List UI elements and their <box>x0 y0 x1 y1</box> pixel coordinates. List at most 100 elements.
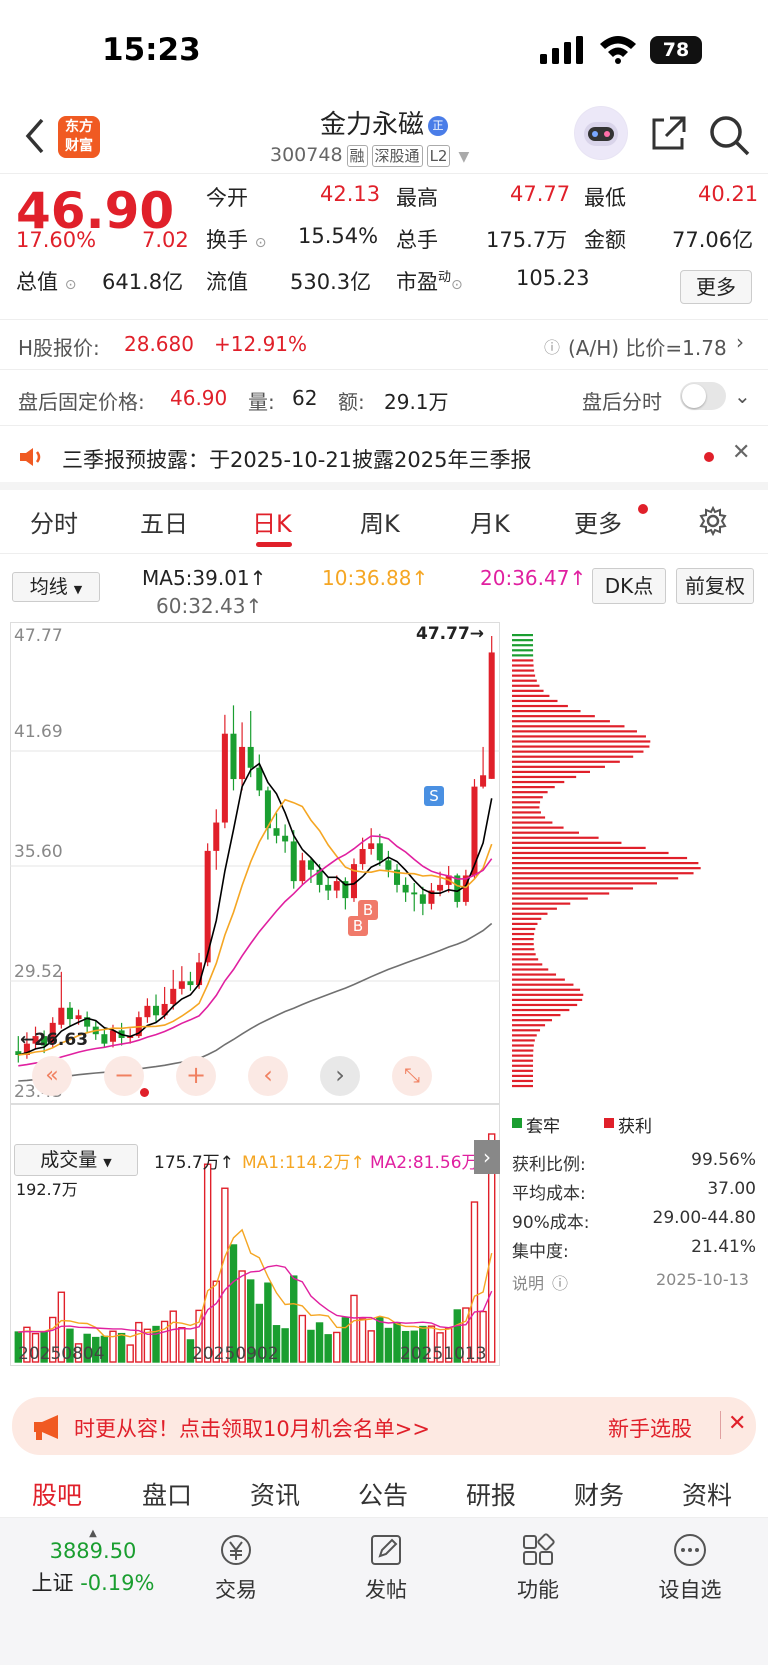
tag-l2: L2 <box>426 145 451 167</box>
volume-expand-button[interactable]: › <box>474 1140 500 1174</box>
chip-bar <box>512 983 574 986</box>
battery-icon: 78 <box>650 36 702 64</box>
candle-body <box>402 884 409 893</box>
chip-bar <box>512 932 535 936</box>
chip-bar <box>512 917 542 920</box>
chip-bar <box>512 841 622 844</box>
tag-margin: 融 <box>346 145 368 167</box>
ma-bar: 均线 ▼ MA5:39.01↑ 10:36.88↑ 20:36.47↑ 60:3… <box>0 554 768 620</box>
chips-help-label[interactable]: 说明 <box>512 1270 544 1294</box>
bottom-toolbar: ▲ 3889.50 上证 -0.19% 交易 发帖 功能 设自选 <box>0 1518 768 1665</box>
volume-total: 175.7万↑ <box>154 1153 234 1173</box>
tab-intraday[interactable]: 分时 <box>30 504 78 539</box>
chip-bar <box>512 765 605 768</box>
chip-bar <box>512 1044 534 1047</box>
post-label: 发帖 <box>365 1578 407 1602</box>
axis-label-top: 47.77 <box>14 626 63 646</box>
candle-body <box>58 1007 65 1025</box>
volume-indicator-select[interactable]: 成交量 ▼ <box>14 1144 138 1176</box>
index-widget[interactable]: ▲ 3889.50 上证 -0.19% <box>18 1528 168 1597</box>
info-dots-icon: ⊙ <box>254 235 267 251</box>
adjust-button[interactable]: 前复权 <box>676 568 754 604</box>
mcap-label-text: 总值 <box>16 270 58 294</box>
promo-banner[interactable]: 时更从容！点击领取10月机会名单>> 新手选股 ✕ <box>12 1397 756 1455</box>
tab-more[interactable]: 更多 <box>574 504 622 539</box>
tab-forum[interactable]: 股吧 <box>32 1476 82 1512</box>
volume-ma2: MA2:81.56万 <box>370 1153 479 1173</box>
change-percent: 17.60% <box>16 228 97 252</box>
tab-announcements[interactable]: 公告 <box>358 1476 408 1512</box>
indicator-select[interactable]: 均线 ▼ <box>12 572 100 602</box>
volume-max-label: 192.7万 <box>16 1180 78 1199</box>
after-hours-toggle[interactable] <box>680 382 726 410</box>
dk-point-button[interactable]: DK点 <box>592 568 666 604</box>
turnover-label[interactable]: 换手 ⊙ <box>206 224 266 254</box>
pe-label[interactable]: 市盈动⊙ <box>396 266 463 296</box>
chip-bar <box>512 826 564 829</box>
info-icon[interactable]: ⓘ <box>552 1270 568 1294</box>
functions-button[interactable]: 功能 <box>488 1532 588 1604</box>
high-marker: 47.77→ <box>416 624 485 644</box>
tab-five-day[interactable]: 五日 <box>140 504 188 539</box>
trade-button[interactable]: 交易 <box>186 1532 286 1604</box>
tab-monthly-k[interactable]: 月K <box>470 504 510 539</box>
stock-code-line[interactable]: 300748 融深股通 L2 ▼ <box>270 144 469 167</box>
high-label: 最高 <box>396 186 438 210</box>
post-button[interactable]: 发帖 <box>336 1532 436 1604</box>
notice-bar[interactable]: 三季报预披露：于2025-10-21披露2025年三季报 ✕ <box>0 426 768 490</box>
chip-bar <box>512 639 534 642</box>
tab-research[interactable]: 研报 <box>466 1476 516 1512</box>
chip-bar <box>512 689 544 692</box>
tab-profile[interactable]: 资料 <box>682 1476 732 1512</box>
chip-bar <box>512 755 634 758</box>
amount-value: 77.06亿 <box>672 228 754 252</box>
tab-weekly-k[interactable]: 周K <box>360 504 400 539</box>
amount-label: 金额 <box>584 228 626 252</box>
tab-news[interactable]: 资讯 <box>250 1476 300 1512</box>
candle-body <box>437 884 444 891</box>
search-icon[interactable] <box>708 114 750 156</box>
scroll-right-button[interactable]: › <box>320 1056 360 1096</box>
tab-finance[interactable]: 财务 <box>574 1476 624 1512</box>
candle-body <box>66 1007 73 1020</box>
stat-value: 21.41% <box>691 1237 756 1257</box>
chip-bar <box>512 856 688 860</box>
chip-bar <box>512 998 583 1001</box>
candle-body <box>178 981 185 989</box>
sell-signal-badge[interactable]: S <box>424 786 444 806</box>
chip-bar <box>512 1014 561 1017</box>
zoom-out-button[interactable]: − <box>104 1056 144 1096</box>
chip-bar <box>512 1064 534 1067</box>
chip-bar <box>512 725 625 728</box>
scroll-left-button[interactable]: ‹ <box>248 1056 288 1096</box>
chip-bar <box>512 694 550 697</box>
tab-orderbook[interactable]: 盘口 <box>142 1476 192 1512</box>
close-icon[interactable]: ✕ <box>728 1411 746 1436</box>
ma10-line <box>18 798 493 1056</box>
candle-body <box>101 1034 108 1044</box>
buy-signal-badge[interactable]: B <box>348 916 368 936</box>
ma60-label: 60:32.43↑ <box>156 594 263 618</box>
chip-bar <box>512 745 650 748</box>
zoom-in-button[interactable]: + <box>176 1056 216 1096</box>
candle-body <box>419 894 426 904</box>
h-share-row[interactable]: H股报价: 28.680 +12.91% ⓘ (A/H) 比价=1.78 › <box>0 320 768 370</box>
chip-stat-row: 集中度: 21.41% <box>512 1237 756 1262</box>
index-value: 3889.50 <box>49 1539 137 1563</box>
mcap-label[interactable]: 总值 ⊙ <box>16 266 76 296</box>
settings-gear-icon[interactable] <box>698 506 728 536</box>
float-label: 流值 <box>206 270 248 294</box>
more-button[interactable]: 更多 <box>680 270 752 304</box>
h-share-price: 28.680 <box>124 332 194 356</box>
chevron-down-icon[interactable]: ⌄ <box>734 384 751 408</box>
share-icon[interactable] <box>648 114 688 154</box>
candle-body <box>187 981 194 986</box>
close-icon[interactable]: ✕ <box>732 440 750 465</box>
chip-bar <box>512 674 536 677</box>
tab-daily-k[interactable]: 日K <box>252 504 292 539</box>
add-watchlist-button[interactable]: 设自选 <box>640 1532 740 1604</box>
fullscreen-button[interactable]: ⤡ <box>392 1056 432 1096</box>
robot-assistant-icon[interactable] <box>574 106 628 160</box>
zoom-dot <box>140 1088 149 1097</box>
rewind-button[interactable]: « <box>32 1056 72 1096</box>
